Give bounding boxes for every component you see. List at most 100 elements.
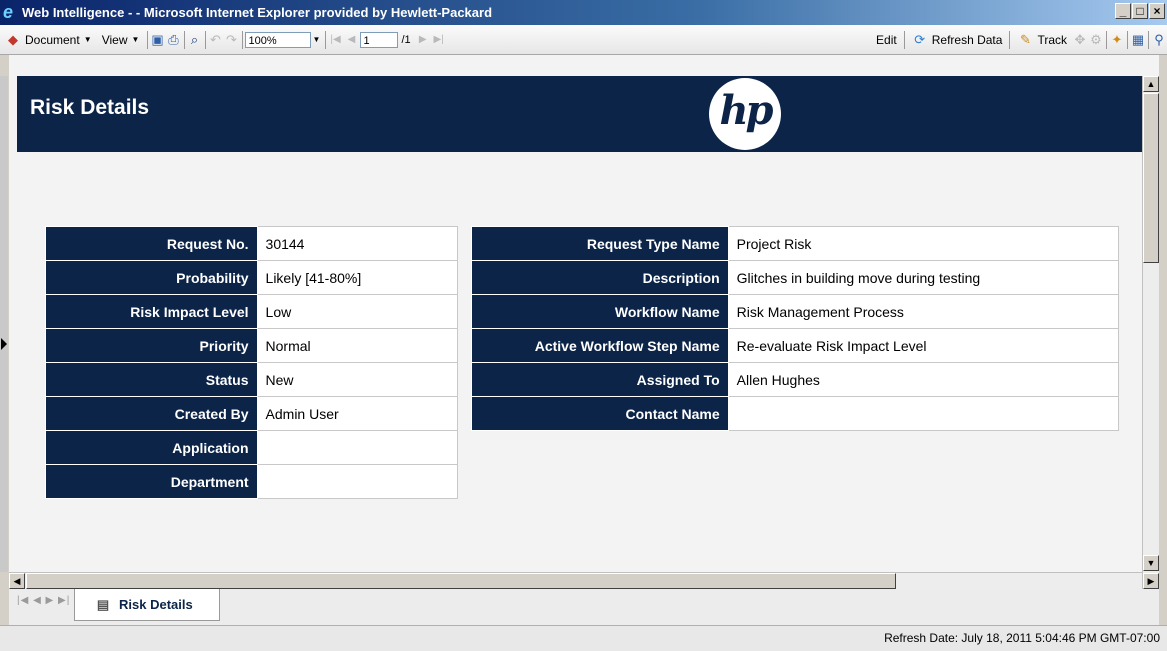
- document-menu[interactable]: ◆ Document ▼: [0, 32, 97, 48]
- table-row: Workflow Name Risk Management Process: [471, 294, 1120, 329]
- window-controls: _ □ ×: [1115, 3, 1165, 19]
- field-label: Active Workflow Step Name: [471, 328, 729, 363]
- field-label: Created By: [45, 396, 258, 431]
- toolbar-separator: [1009, 30, 1011, 49]
- report-page-icon: ▤: [96, 596, 110, 612]
- hp-logo: hp: [709, 78, 781, 150]
- scroll-up-button[interactable]: ▲: [1143, 76, 1159, 92]
- scroll-down-button[interactable]: ▼: [1143, 555, 1159, 571]
- horizontal-scrollbar[interactable]: ◀: [9, 572, 1142, 589]
- next-page-icon[interactable]: ▶: [415, 32, 431, 48]
- maximize-button[interactable]: □: [1132, 3, 1148, 19]
- vertical-scroll-thumb[interactable]: [1143, 93, 1159, 263]
- table-row: Status New: [45, 362, 459, 397]
- toolbar-right-group: Edit ⟳ Refresh Data ✎ Track ✥ ⚙ ✦ ▦ ⚲: [871, 30, 1167, 49]
- chevron-down-icon: ▼: [83, 34, 92, 44]
- refresh-data-button[interactable]: ⟳ Refresh Data: [907, 32, 1008, 48]
- find-icon[interactable]: ⌕: [187, 32, 203, 48]
- report-title: Risk Details: [30, 96, 150, 119]
- horizontal-scroll-thumb[interactable]: [26, 573, 896, 589]
- expand-arrow-icon: [1, 338, 7, 350]
- table-row: Risk Impact Level Low: [45, 294, 459, 329]
- undo-icon[interactable]: ↶: [208, 32, 224, 48]
- frame-right-border: [1159, 55, 1167, 625]
- status-bar: Refresh Date: July 18, 2011 5:04:46 PM G…: [0, 625, 1167, 651]
- field-value: [256, 430, 459, 465]
- scroll-right-button[interactable]: ▶: [1143, 573, 1159, 589]
- drill-icon[interactable]: ✦: [1109, 32, 1125, 48]
- tab-label: Risk Details: [119, 597, 193, 612]
- field-label: Contact Name: [471, 396, 729, 431]
- field-value: Project Risk: [727, 226, 1120, 261]
- view-menu-label: View: [101, 32, 128, 47]
- field-label: Description: [471, 260, 729, 295]
- report-top-margin: [9, 55, 1159, 76]
- table-row: Probability Likely [41-80%]: [45, 260, 459, 295]
- field-value: Glitches in building move during testing: [727, 260, 1120, 295]
- page-number-input[interactable]: 1: [359, 31, 398, 48]
- outline-icon[interactable]: ▦: [1130, 32, 1146, 48]
- table-row: Application: [45, 430, 459, 465]
- filter-icon[interactable]: ⚙: [1088, 32, 1104, 48]
- window-title: Web Intelligence - - Microsoft Internet …: [22, 5, 493, 20]
- close-button[interactable]: ×: [1149, 3, 1165, 19]
- field-label: Assigned To: [471, 362, 729, 397]
- print-icon[interactable]: ⎙: [166, 32, 182, 48]
- table-row: Created By Admin User: [45, 396, 459, 431]
- field-label: Request Type Name: [471, 226, 729, 261]
- show-changes-icon[interactable]: ✥: [1072, 32, 1088, 48]
- scroll-left-button[interactable]: ◀: [9, 573, 25, 589]
- search-icon[interactable]: ⚲: [1151, 32, 1167, 48]
- field-label: Status: [45, 362, 258, 397]
- field-label: Risk Impact Level: [45, 294, 258, 329]
- document-menu-label: Document: [25, 32, 80, 47]
- vertical-scrollbar[interactable]: ▲ ▼ ▶: [1142, 76, 1159, 591]
- report-banner: Risk Details hp: [17, 76, 1142, 152]
- document-icon: ◆: [8, 31, 18, 47]
- report-toolbar: ◆ Document ▼ View ▼ ▣ ⎙ ⌕ ↶ ↷ 100% ▼ |◀ …: [0, 25, 1167, 55]
- table-row: Contact Name: [471, 396, 1120, 431]
- navigation-panel-toggle[interactable]: [0, 76, 8, 572]
- field-value: [256, 464, 459, 499]
- save-icon[interactable]: ▣: [150, 32, 166, 48]
- report-viewport: Risk Details hp Request No. 30144 Probabil…: [9, 76, 1142, 572]
- previous-page-icon[interactable]: ◀: [344, 32, 360, 48]
- toolbar-separator: [241, 30, 243, 49]
- zoom-dropdown-icon[interactable]: ▼: [311, 32, 323, 48]
- report-tab-bar: |◀ ◀ ▶ ▶| ▤ Risk Details: [9, 589, 1159, 625]
- tab-navigation-arrows[interactable]: |◀ ◀ ▶ ▶|: [17, 595, 70, 606]
- table-row: Department: [45, 464, 459, 499]
- field-label: Priority: [45, 328, 258, 363]
- toolbar-separator: [204, 30, 206, 49]
- zoom-input[interactable]: 100%: [244, 31, 311, 48]
- edit-label: Edit: [876, 32, 897, 47]
- field-value: Re-evaluate Risk Impact Level: [727, 328, 1120, 363]
- tab-risk-details[interactable]: ▤ Risk Details: [74, 589, 220, 621]
- toolbar-separator: [183, 30, 185, 49]
- refresh-label: Refresh Data: [931, 32, 1003, 47]
- chevron-down-icon: ▼: [131, 34, 140, 44]
- toolbar-separator: [1148, 30, 1149, 49]
- table-row: Description Glitches in building move dur…: [471, 260, 1120, 295]
- page-total: /1: [401, 33, 411, 46]
- last-page-icon[interactable]: ▶|: [431, 32, 447, 48]
- field-value: Risk Management Process: [727, 294, 1120, 329]
- redo-icon[interactable]: ↷: [224, 32, 240, 48]
- table-row: Active Workflow Step Name Re-evaluate Ris…: [471, 328, 1120, 363]
- track-label: Track: [1037, 32, 1067, 47]
- field-label: Probability: [45, 260, 258, 295]
- table-row: Priority Normal: [45, 328, 459, 363]
- field-label: Department: [45, 464, 258, 499]
- window-title-bar: e Web Intelligence - - Microsoft Interne…: [0, 0, 1167, 25]
- field-label: Workflow Name: [471, 294, 729, 329]
- first-page-icon[interactable]: |◀: [328, 32, 344, 48]
- internet-explorer-icon: e: [3, 2, 14, 22]
- toolbar-separator: [146, 30, 148, 49]
- edit-button[interactable]: Edit: [871, 33, 902, 47]
- view-menu[interactable]: View ▼: [97, 32, 145, 48]
- minimize-button[interactable]: _: [1115, 3, 1131, 19]
- track-button[interactable]: ✎ Track: [1012, 32, 1072, 48]
- request-details-table: Request Type Name Project Risk Description…: [471, 226, 1120, 431]
- toolbar-separator: [1127, 30, 1128, 49]
- field-value: Admin User: [256, 396, 459, 431]
